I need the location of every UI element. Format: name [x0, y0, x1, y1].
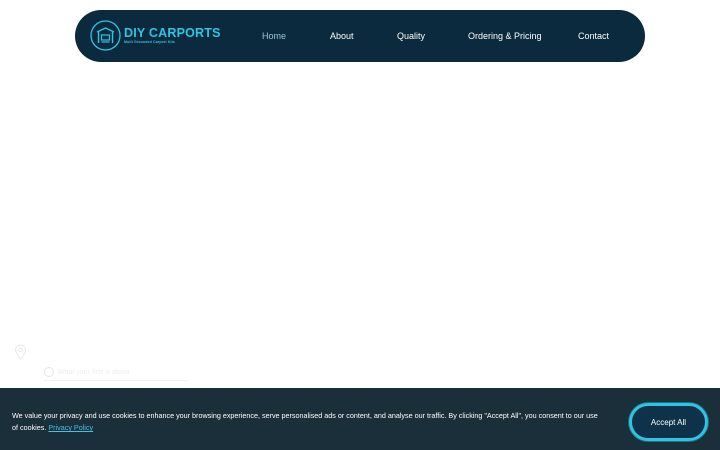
page: DIY CARPORTS Multi Grounded Carport Kits… [0, 0, 720, 450]
logo-tagline: Multi Grounded Carport Kits [124, 39, 176, 44]
logo-title: DIY CARPORTS [124, 25, 221, 40]
privacy-policy-link[interactable]: Privacy Policy [48, 423, 93, 432]
nav-about[interactable]: About [330, 10, 354, 62]
cookie-message-paragraph: We value your privacy and use cookies to… [12, 410, 602, 434]
nav-home[interactable]: Home [262, 10, 286, 62]
info-icon [44, 367, 54, 377]
site-logo[interactable]: DIY CARPORTS Multi Grounded Carport Kits [90, 20, 221, 51]
cookie-banner: We value your privacy and use cookies to… [0, 388, 720, 450]
faded-prompt-text: What your first is about [58, 368, 130, 376]
accept-all-button[interactable]: Accept All [629, 403, 708, 441]
site-header: DIY CARPORTS Multi Grounded Carport Kits… [75, 10, 645, 62]
logo-text: DIY CARPORTS Multi Grounded Carport Kits [124, 27, 221, 45]
faded-input-underline [44, 380, 188, 381]
cookie-message: We value your privacy and use cookies to… [12, 411, 598, 432]
carport-icon [90, 20, 121, 51]
location-pin-icon [14, 344, 27, 360]
nav-ordering-pricing[interactable]: Ordering & Pricing [468, 10, 542, 62]
nav-contact[interactable]: Contact [578, 10, 609, 62]
nav-quality[interactable]: Quality [397, 10, 425, 62]
faded-form-row: What your first is about [44, 367, 130, 377]
